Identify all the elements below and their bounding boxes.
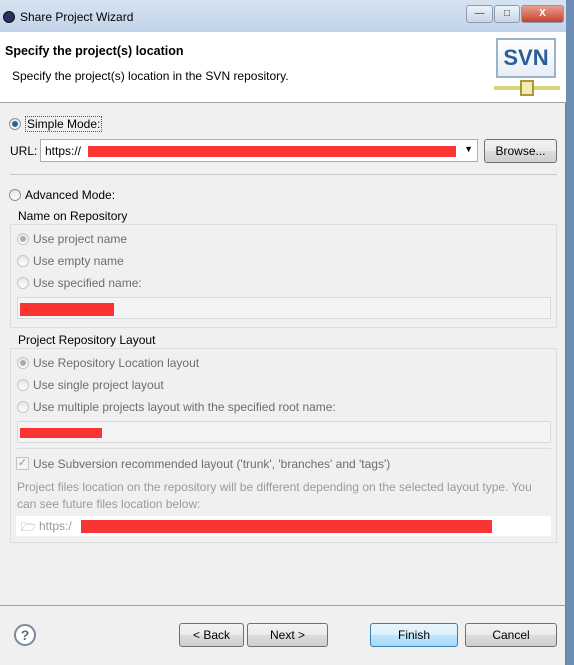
browse-button[interactable]: Browse...	[484, 139, 557, 163]
separator	[17, 448, 551, 449]
layout-description: Project files location on the repository…	[17, 480, 532, 511]
name-on-repository-title: Name on Repository	[18, 209, 128, 223]
cancel-button[interactable]: Cancel	[465, 623, 557, 647]
close-button[interactable]: X	[521, 5, 564, 23]
page-description: Specify the project(s) location in the S…	[12, 69, 289, 83]
redacted-url	[88, 146, 456, 157]
use-specified-name-radio[interactable]	[17, 277, 29, 289]
multiple-projects-layout-radio[interactable]	[17, 401, 29, 413]
multiple-projects-layout-label[interactable]: Use multiple projects layout with the sp…	[33, 400, 336, 414]
redacted-name	[20, 303, 114, 316]
simple-mode-label[interactable]: Simple Mode:	[25, 116, 103, 132]
use-project-name-label[interactable]: Use project name	[33, 232, 127, 246]
recommended-layout-checkbox[interactable]: ✓	[16, 457, 29, 470]
eclipse-icon	[3, 11, 15, 23]
url-combo[interactable]: https:// ▼	[40, 139, 478, 162]
back-button[interactable]: < Back	[179, 623, 244, 647]
folder-icon: 🗁	[21, 520, 36, 534]
use-empty-name-radio[interactable]	[17, 255, 29, 267]
maximize-button[interactable]: □	[494, 5, 520, 23]
redacted-root-name	[20, 428, 102, 438]
svn-logo-node	[520, 80, 534, 96]
repository-location-layout-label[interactable]: Use Repository Location layout	[33, 356, 199, 370]
next-button[interactable]: Next >	[247, 623, 328, 647]
use-project-name-radio[interactable]	[17, 233, 29, 245]
url-value: https://	[45, 144, 82, 158]
page-title: Specify the project(s) location	[5, 44, 184, 58]
use-specified-name-label[interactable]: Use specified name:	[33, 276, 142, 290]
advanced-mode-radio[interactable]	[9, 189, 21, 201]
svn-logo-text: SVN	[496, 38, 556, 78]
root-name-input[interactable]	[17, 421, 551, 443]
future-location-value: https:/	[39, 519, 72, 533]
help-icon[interactable]: ?	[14, 624, 36, 646]
future-location-field: 🗁 https:/	[16, 516, 551, 536]
share-project-wizard-dialog: Share Project Wizard — □ X Specify the p…	[0, 0, 566, 665]
svn-logo: SVN	[494, 36, 560, 100]
single-project-layout-label[interactable]: Use single project layout	[33, 378, 164, 392]
single-project-layout-radio[interactable]	[17, 379, 29, 391]
dropdown-arrow-icon[interactable]: ▼	[464, 144, 473, 154]
redacted-location	[81, 520, 492, 533]
window-title: Share Project Wizard	[20, 10, 134, 24]
use-empty-name-label[interactable]: Use empty name	[33, 254, 124, 268]
finish-button[interactable]: Finish	[370, 623, 458, 647]
wizard-header: Specify the project(s) location Specify …	[0, 32, 566, 103]
advanced-mode-label[interactable]: Advanced Mode:	[25, 188, 115, 202]
simple-mode-radio[interactable]	[9, 118, 21, 130]
separator	[10, 174, 557, 175]
title-bar: Share Project Wizard — □ X	[0, 0, 566, 32]
specified-name-input[interactable]	[17, 297, 551, 319]
recommended-layout-label[interactable]: Use Subversion recommended layout ('trun…	[33, 457, 390, 471]
repository-location-layout-radio[interactable]	[17, 357, 29, 369]
repository-layout-title: Project Repository Layout	[18, 333, 156, 347]
url-label: URL:	[10, 144, 38, 158]
minimize-button[interactable]: —	[466, 5, 493, 23]
footer-separator	[0, 605, 566, 606]
